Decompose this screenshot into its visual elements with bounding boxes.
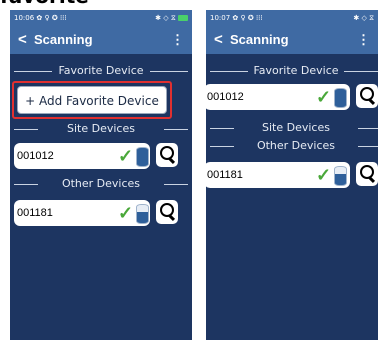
page-title: Scanning [230, 32, 289, 47]
phone-screen-left: 10:06 ✿ ♀ ✪ ⁞⁞⁞ ✱ ◇ ⧖ < Scanning ⋮ Favor… [10, 10, 192, 340]
other-devices-header: Other Devices [14, 177, 189, 191]
site-devices-header: Site Devices [210, 121, 378, 135]
search-button[interactable] [356, 162, 378, 186]
status-icons: ✿ ♀ ✪ ⁞⁞⁞ [36, 14, 67, 22]
status-icons: ✿ ♀ ✪ ⁞⁞⁞ [232, 14, 263, 22]
device-partial-icon [136, 204, 149, 224]
status-right-icons: ✱ ◇ ⧖ [155, 10, 188, 26]
add-favorite-device-button[interactable]: + Add Favorite Device [17, 86, 167, 114]
status-right-icons: ✱ ◇ ⧖ [353, 14, 374, 22]
check-icon: ✓ [118, 203, 134, 223]
status-bar: 10:07 ✿ ♀ ✪ ⁞⁞⁞ ✱ ◇ ⧖ [206, 10, 378, 26]
back-button[interactable]: < [214, 26, 223, 54]
caption-text: favorite [0, 0, 89, 6]
status-time: 10:06 [14, 14, 35, 22]
search-button[interactable] [156, 200, 178, 224]
status-time: 10:07 [210, 14, 231, 22]
device-partial-icon [334, 166, 347, 186]
device-id: 001181 [207, 169, 243, 181]
check-icon: ✓ [316, 165, 332, 185]
device-id: 001012 [207, 91, 244, 103]
device-id: 001181 [17, 207, 53, 219]
app-bar: < Scanning ⋮ [10, 26, 192, 54]
favorite-device-header: Favorite Device [14, 64, 188, 78]
back-button[interactable]: < [18, 26, 27, 54]
app-bar: < Scanning ⋮ [206, 26, 378, 54]
device-full-icon [136, 147, 149, 167]
search-button[interactable] [156, 143, 178, 167]
status-bar: 10:06 ✿ ♀ ✪ ⁞⁞⁞ ✱ ◇ ⧖ [10, 10, 192, 26]
device-full-icon [334, 88, 347, 108]
add-favorite-highlight: + Add Favorite Device [12, 81, 172, 119]
site-device-row[interactable]: 001012 ✓ [14, 143, 150, 169]
overflow-menu-button[interactable]: ⋮ [171, 26, 184, 54]
battery-icon [178, 15, 188, 21]
phone-screen-right: 10:07 ✿ ♀ ✪ ⁞⁞⁞ ✱ ◇ ⧖ < Scanning ⋮ Favor… [206, 10, 378, 340]
device-id: 001012 [17, 150, 54, 162]
overflow-menu-button[interactable]: ⋮ [357, 26, 370, 54]
other-device-row[interactable]: 001181 ✓ [206, 162, 350, 188]
check-icon: ✓ [118, 146, 134, 166]
other-devices-header: Other Devices [210, 139, 378, 153]
favorite-device-row[interactable]: 001012 ✓ [206, 84, 350, 110]
page-title: Scanning [34, 32, 93, 47]
search-button[interactable] [356, 84, 378, 108]
site-devices-header: Site Devices [14, 122, 189, 136]
other-device-row[interactable]: 001181 ✓ [14, 200, 150, 226]
check-icon: ✓ [316, 87, 332, 107]
favorite-device-header: Favorite Device [210, 64, 378, 78]
